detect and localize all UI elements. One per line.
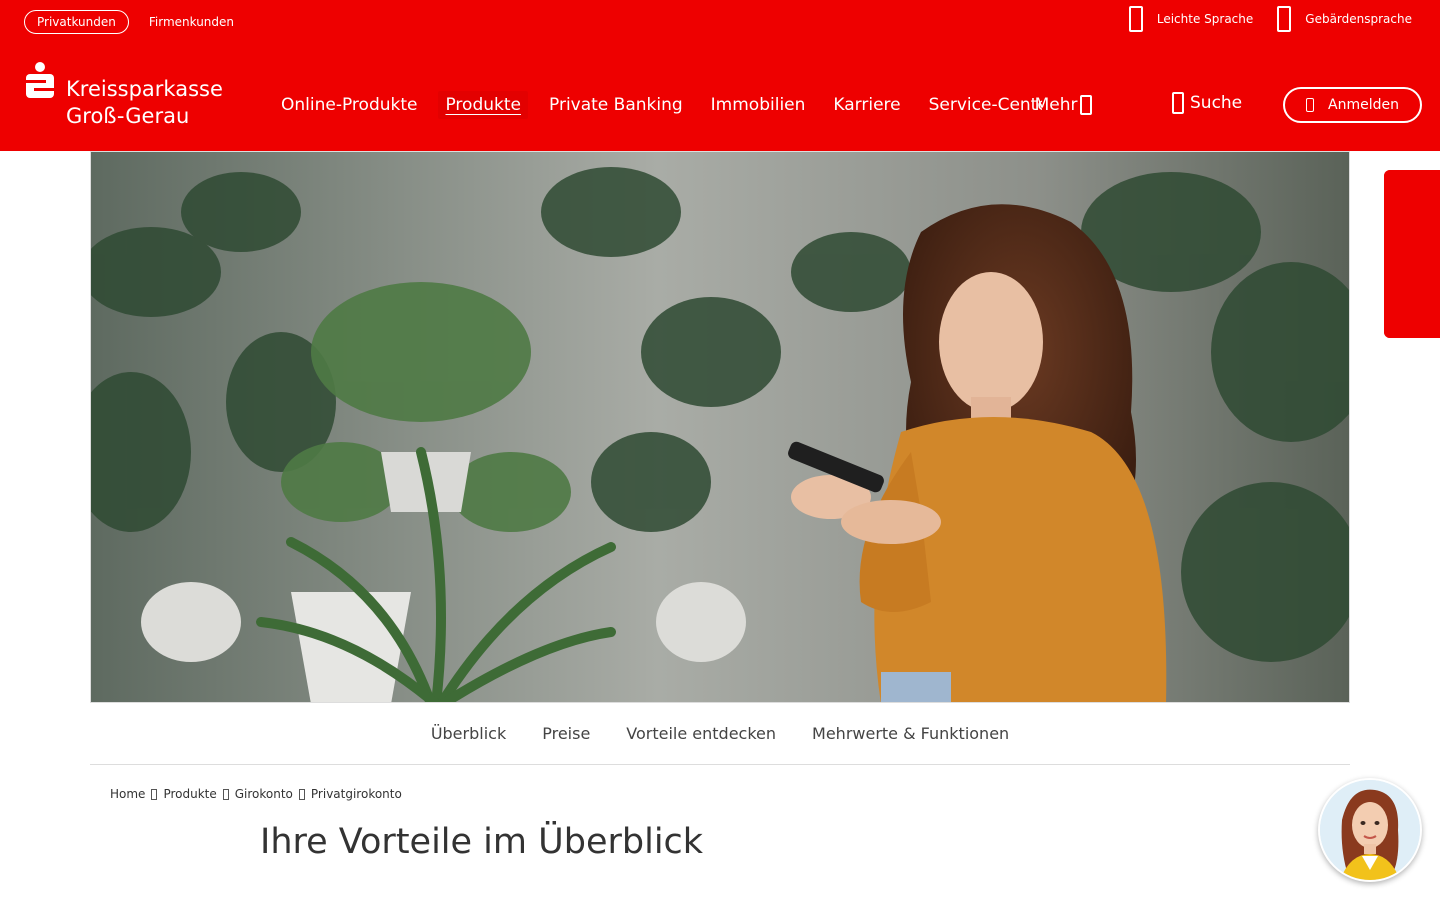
hero-photo-woman-with-phone bbox=[91, 152, 1349, 702]
chevron-down-icon bbox=[1079, 95, 1092, 115]
easy-language-icon bbox=[1128, 6, 1143, 32]
breadcrumb-home[interactable]: Home bbox=[110, 787, 145, 801]
login-button[interactable]: Anmelden bbox=[1283, 87, 1422, 123]
nav-careers[interactable]: Karriere bbox=[826, 91, 907, 119]
assistant-illustration bbox=[1320, 780, 1420, 880]
breadcrumb-checking-account[interactable]: Girokonto bbox=[235, 787, 293, 801]
sign-language-link[interactable]: Gebärdensprache bbox=[1277, 6, 1412, 32]
nav-more-label: Mehr bbox=[1034, 95, 1078, 115]
section-tabs: Überblick Preise Vorteile entdecken Mehr… bbox=[90, 703, 1350, 765]
segment-private-customers[interactable]: Privatkunden bbox=[24, 10, 129, 34]
segment-business-customers[interactable]: Firmenkunden bbox=[149, 15, 234, 29]
site-header: Privatkunden Firmenkunden Leichte Sprach… bbox=[0, 0, 1440, 151]
page-title: Ihre Vorteile im Überblick bbox=[260, 822, 704, 862]
chevron-right-icon bbox=[222, 788, 229, 800]
brand-name-line2: Groß-Gerau bbox=[66, 104, 190, 128]
breadcrumb-products[interactable]: Produkte bbox=[163, 787, 216, 801]
tab-overview[interactable]: Überblick bbox=[431, 724, 506, 743]
breadcrumb-current: Privatgirokonto bbox=[310, 787, 402, 801]
brand-logo[interactable]: Kreissparkasse Groß-Gerau bbox=[26, 62, 223, 130]
online-status-indicator bbox=[1384, 170, 1440, 338]
sign-language-icon bbox=[1277, 6, 1292, 32]
sign-language-label: Gebärdensprache bbox=[1305, 12, 1412, 26]
nav-service-center[interactable]: Service-Center bbox=[922, 91, 1042, 119]
tab-benefits[interactable]: Vorteile entdecken bbox=[626, 724, 776, 743]
nav-private-banking[interactable]: Private Banking bbox=[542, 91, 690, 119]
nav-online-products[interactable]: Online-Produkte bbox=[274, 91, 424, 119]
hero-image bbox=[90, 151, 1350, 703]
tab-prices[interactable]: Preise bbox=[542, 724, 590, 743]
chevron-right-icon bbox=[151, 788, 158, 800]
sparkasse-logo-icon bbox=[26, 62, 54, 98]
tab-features[interactable]: Mehrwerte & Funktionen bbox=[812, 724, 1009, 743]
main-navigation: Online-Produkte Produkte Private Banking… bbox=[274, 90, 1092, 120]
search-label: Suche bbox=[1190, 93, 1243, 113]
search-button[interactable]: Suche bbox=[1172, 92, 1242, 114]
login-label: Anmelden bbox=[1328, 97, 1399, 113]
chevron-right-icon bbox=[298, 788, 305, 800]
accessibility-links: Leichte Sprache Gebärdensprache bbox=[1128, 6, 1412, 32]
breadcrumb: Home Produkte Girokonto Privatgirokonto bbox=[110, 787, 402, 801]
lock-icon bbox=[1306, 98, 1315, 112]
nav-more-button[interactable]: Mehr bbox=[1035, 95, 1092, 115]
easy-language-label: Leichte Sprache bbox=[1156, 12, 1254, 26]
customer-segment-switch: Privatkunden Firmenkunden bbox=[24, 10, 234, 34]
brand-name: Kreissparkasse Groß-Gerau bbox=[66, 76, 223, 130]
brand-name-line1: Kreissparkasse bbox=[66, 77, 223, 101]
easy-language-link[interactable]: Leichte Sprache bbox=[1128, 6, 1254, 32]
chat-assistant-avatar[interactable] bbox=[1318, 778, 1422, 882]
search-icon bbox=[1172, 92, 1184, 114]
nav-products[interactable]: Produkte bbox=[438, 91, 528, 119]
nav-real-estate[interactable]: Immobilien bbox=[704, 91, 813, 119]
